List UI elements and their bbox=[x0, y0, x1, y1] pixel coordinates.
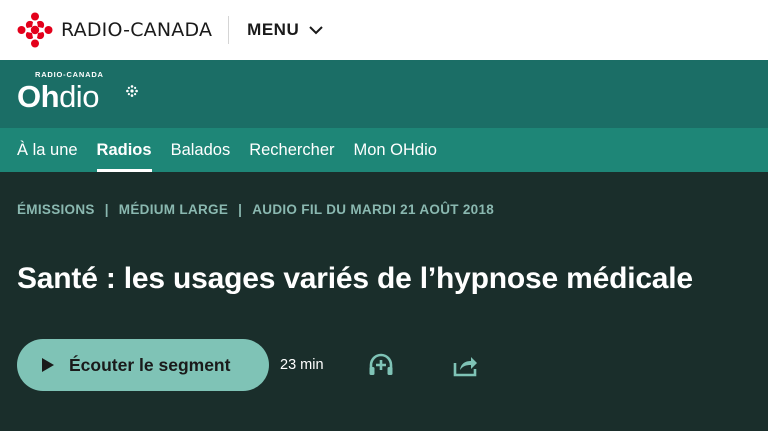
breadcrumb-emissions[interactable]: ÉMISSIONS bbox=[17, 202, 95, 217]
chevron-down-icon bbox=[309, 26, 323, 35]
ohdio-logo[interactable]: Ohdio bbox=[17, 79, 99, 115]
radio-canada-gem-icon bbox=[17, 12, 53, 48]
breadcrumb-medium-large[interactable]: MÉDIUM LARGE bbox=[119, 202, 228, 217]
episode-section: ÉMISSIONS | MÉDIUM LARGE | AUDIO FIL DU … bbox=[0, 172, 768, 431]
divider bbox=[228, 16, 230, 44]
add-to-list-button[interactable] bbox=[366, 350, 396, 380]
brand-wordmark: RADIO-CANADA bbox=[61, 19, 213, 41]
headphones-plus-icon bbox=[369, 353, 393, 375]
duration-label: 23 min bbox=[280, 357, 324, 373]
radio-canada-logo[interactable]: RADIO-CANADA bbox=[17, 12, 212, 48]
breadcrumb: ÉMISSIONS | MÉDIUM LARGE | AUDIO FIL DU … bbox=[17, 202, 494, 217]
menu-button[interactable]: MENU bbox=[247, 20, 323, 40]
page-title: Santé : les usages variés de l’hypnose m… bbox=[17, 262, 693, 295]
top-bar: RADIO-CANADA MENU bbox=[0, 0, 768, 60]
nav-item-rechercher[interactable]: Rechercher bbox=[249, 128, 334, 172]
main-nav: À la une Radios Balados Rechercher Mon O… bbox=[0, 128, 768, 172]
play-icon bbox=[42, 358, 54, 372]
breadcrumb-separator: | bbox=[104, 202, 109, 217]
nav-item-balados[interactable]: Balados bbox=[171, 128, 231, 172]
ohdio-gem-icon bbox=[126, 85, 138, 97]
breadcrumb-separator: | bbox=[238, 202, 243, 217]
ohdio-parent-brand: RADIO-CANADA bbox=[35, 70, 104, 79]
menu-label: MENU bbox=[247, 20, 300, 39]
nav-item-a-la-une[interactable]: À la une bbox=[17, 128, 78, 172]
nav-item-radios[interactable]: Radios bbox=[96, 128, 152, 172]
breadcrumb-audio-fil[interactable]: AUDIO FIL DU MARDI 21 AOÛT 2018 bbox=[252, 202, 494, 217]
listen-segment-button[interactable]: Écouter le segment bbox=[17, 339, 269, 391]
share-icon bbox=[453, 357, 477, 377]
listen-segment-label: Écouter le segment bbox=[69, 354, 231, 375]
nav-item-mon-ohdio[interactable]: Mon OHdio bbox=[354, 128, 437, 172]
ohdio-logo-bold: Oh bbox=[17, 79, 60, 114]
ohdio-header: RADIO-CANADA Ohdio bbox=[0, 60, 768, 128]
ohdio-logo-regular: dio bbox=[59, 79, 99, 114]
episode-actions: Écouter le segment 23 min bbox=[17, 339, 480, 391]
share-button[interactable] bbox=[450, 350, 480, 380]
